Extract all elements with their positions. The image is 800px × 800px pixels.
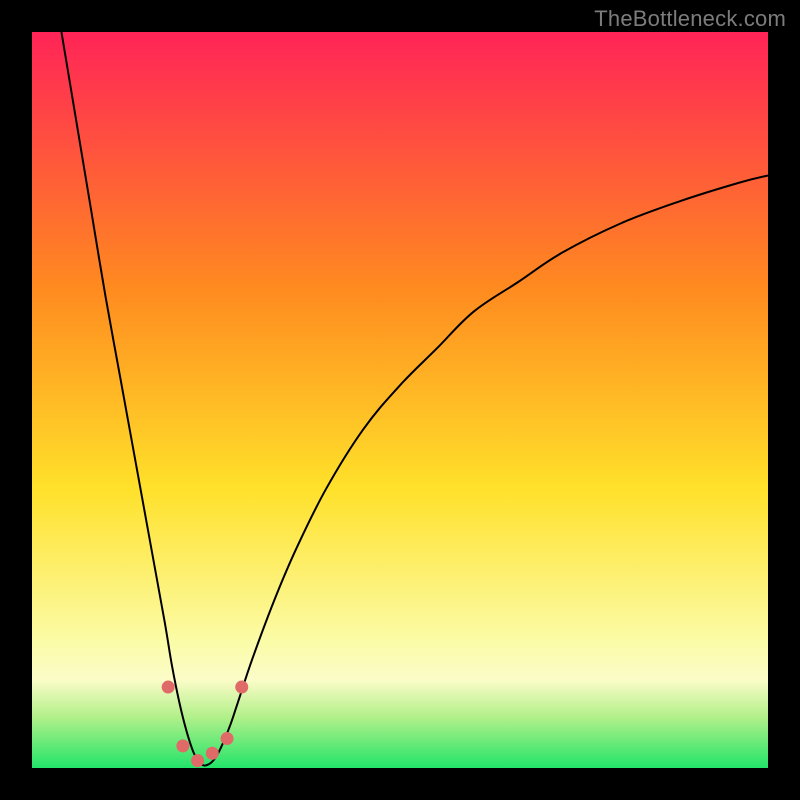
watermark-text: TheBottleneck.com (594, 6, 786, 32)
curve-marker (176, 739, 189, 752)
curve-marker (162, 681, 175, 694)
chart-frame: TheBottleneck.com (0, 0, 800, 800)
curve-marker (206, 747, 219, 760)
curve-marker (191, 754, 204, 767)
bottleneck-curve (32, 32, 768, 768)
plot-area (32, 32, 768, 768)
curve-marker (221, 732, 234, 745)
curve-marker (235, 681, 248, 694)
